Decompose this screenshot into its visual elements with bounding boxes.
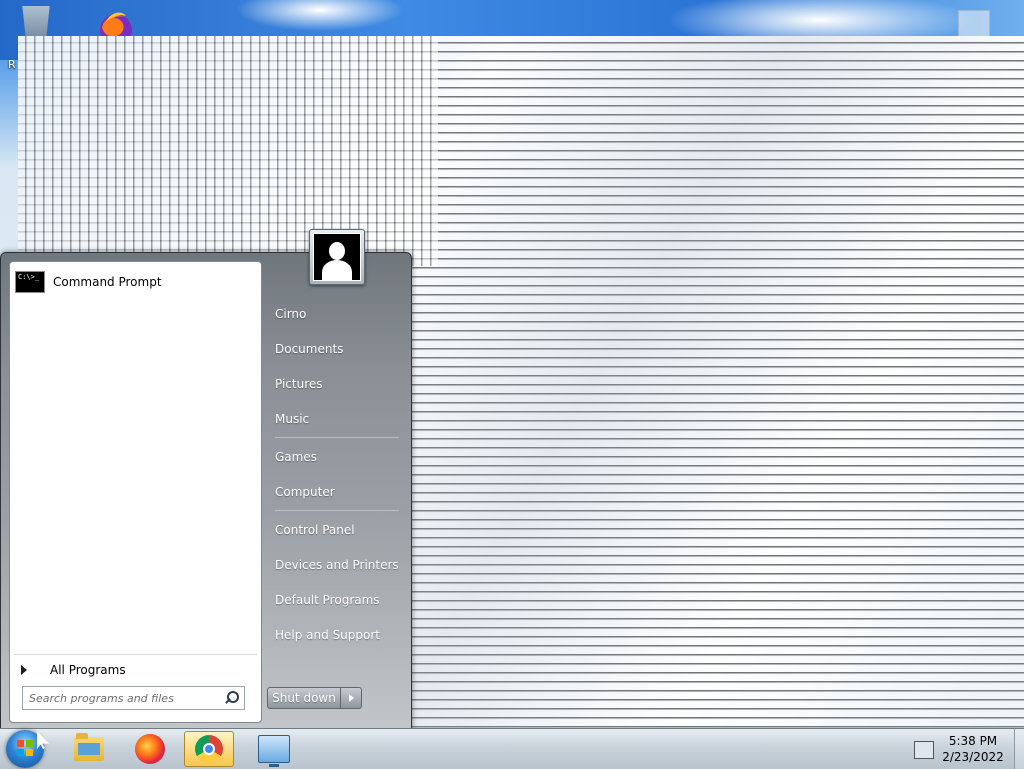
shutdown-options-button[interactable] <box>341 687 362 709</box>
start-link-label: Pictures <box>275 377 323 391</box>
start-link-default-programs[interactable]: Default Programs <box>267 587 403 613</box>
search-icon[interactable] <box>222 689 240 707</box>
start-link-label: Control Panel <box>275 523 355 537</box>
taskbar-button-windows-explorer[interactable] <box>64 731 114 767</box>
show-desktop-button[interactable] <box>1014 729 1024 769</box>
taskbar-button-google-chrome[interactable] <box>184 731 234 767</box>
taskbar-clock[interactable]: 5:38 PM 2/23/2022 <box>938 733 1008 765</box>
start-link-label: Default Programs <box>275 593 380 607</box>
start-link-label: Devices and Printers <box>275 558 399 572</box>
user-account-picture[interactable] <box>309 229 365 285</box>
command-prompt-icon: C:\>_ <box>15 271 45 293</box>
start-link-user-folder[interactable]: Cirno <box>267 301 403 327</box>
start-link-label: Documents <box>275 342 344 356</box>
taskbar-button-remote-desktop[interactable] <box>249 731 299 767</box>
start-link-devices-and-printers[interactable]: Devices and Printers <box>267 552 403 578</box>
network-icon[interactable] <box>914 741 934 759</box>
divider <box>14 654 257 655</box>
all-programs-button[interactable]: All Programs <box>18 658 257 682</box>
arrow-right-icon <box>21 665 27 675</box>
chrome-icon <box>195 735 223 763</box>
all-programs-label: All Programs <box>50 663 126 677</box>
start-link-control-panel[interactable]: Control Panel <box>267 517 403 543</box>
start-link-label: Music <box>275 412 310 426</box>
window-trail-corner <box>18 36 438 266</box>
taskbar-button-firefox[interactable] <box>125 731 175 767</box>
divider <box>275 510 399 511</box>
folder-icon <box>74 733 104 761</box>
start-link-label: Games <box>275 450 317 464</box>
start-link-games[interactable]: Games <box>267 444 403 470</box>
firefox-icon <box>135 734 165 764</box>
start-link-documents[interactable]: Documents <box>267 336 403 362</box>
taskbar: 5:38 PM 2/23/2022 <box>0 728 1024 769</box>
arrow-right-icon <box>348 694 354 702</box>
desktop-icon-label: R <box>8 58 16 71</box>
search-input[interactable] <box>23 687 222 709</box>
shutdown-group: Shut down <box>267 687 362 709</box>
start-link-label: Computer <box>275 485 335 499</box>
start-link-label: Cirno <box>275 307 307 321</box>
divider <box>275 437 399 438</box>
program-item-label: Command Prompt <box>53 275 162 289</box>
remote-desktop-icon <box>258 735 290 767</box>
start-menu-programs-pane: C:\>_ Command Prompt All Programs <box>9 261 262 723</box>
start-link-music[interactable]: Music <box>267 406 403 432</box>
shutdown-button[interactable]: Shut down <box>267 687 341 709</box>
start-menu: C:\>_ Command Prompt All Programs Cirno … <box>0 229 412 730</box>
search-box[interactable] <box>22 686 245 710</box>
clock-date: 2/23/2022 <box>942 750 1004 764</box>
start-link-computer[interactable]: Computer <box>267 479 403 505</box>
start-link-help-and-support[interactable]: Help and Support <box>267 622 403 648</box>
start-link-label: Help and Support <box>275 628 380 642</box>
start-link-pictures[interactable]: Pictures <box>267 371 403 397</box>
program-item-command-prompt[interactable]: C:\>_ Command Prompt <box>14 268 257 296</box>
clock-time: 5:38 PM <box>948 734 998 748</box>
user-avatar-icon <box>313 233 361 281</box>
